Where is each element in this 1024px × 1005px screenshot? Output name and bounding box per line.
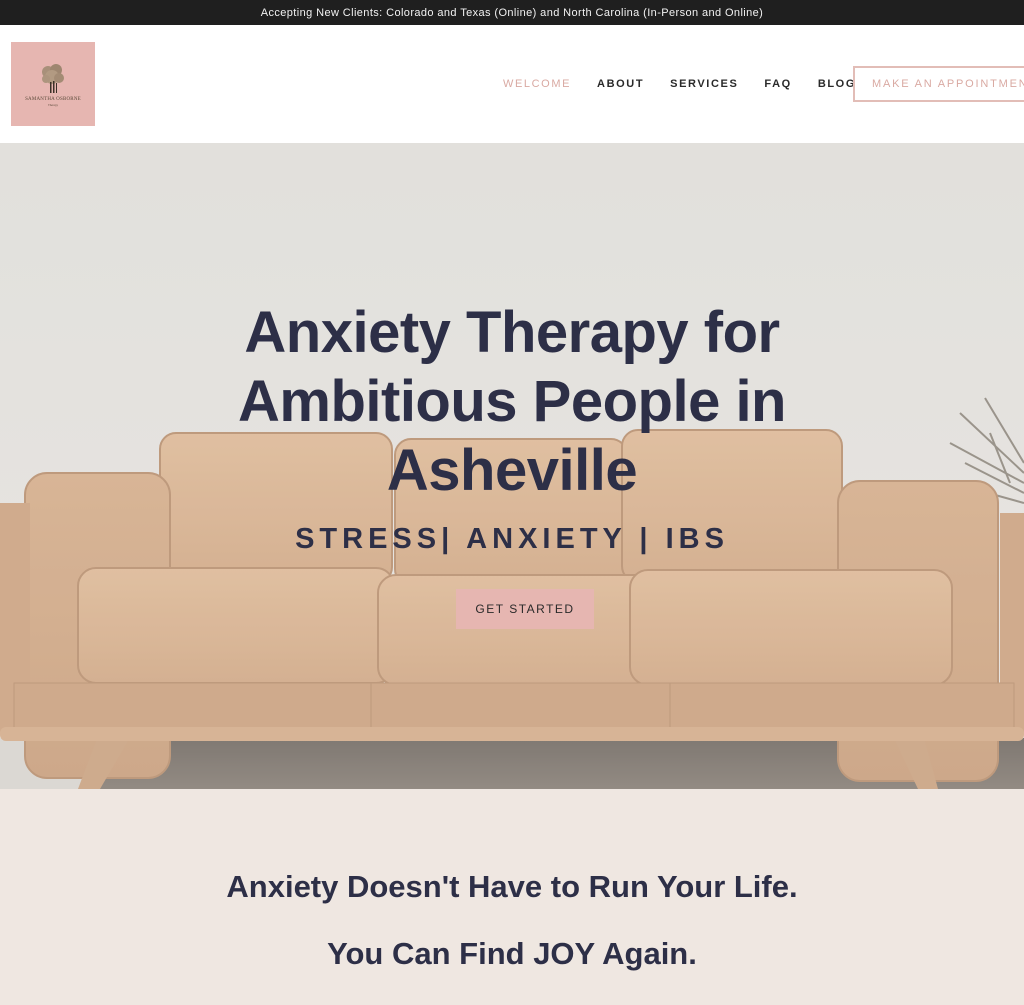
announcement-text: Accepting New Clients: Colorado and Texa…: [260, 6, 764, 19]
site-logo[interactable]: SAMANTHA OSBORNE Therapy: [11, 42, 95, 126]
site-header: SAMANTHA OSBORNE Therapy WELCOME ABOUT S…: [0, 25, 1024, 143]
announcement-bar: Accepting New Clients: Colorado and Texa…: [0, 0, 1024, 25]
nav-item-services[interactable]: SERVICES: [670, 78, 738, 90]
logo-name: SAMANTHA OSBORNE: [25, 96, 81, 102]
hero-title-line-2: Ambitious People in: [238, 369, 787, 434]
intro-heading-1: Anxiety Doesn't Have to Run Your Life.: [226, 869, 798, 904]
hero-section: Anxiety Therapy for Ambitious People in …: [0, 143, 1024, 789]
logo-subtitle: Therapy: [48, 102, 58, 107]
hero-title-line-3: Asheville: [386, 438, 638, 503]
hero-title: Anxiety Therapy for Ambitious People in …: [0, 298, 1024, 505]
intro-section: Anxiety Doesn't Have to Run Your Life. Y…: [0, 789, 1024, 1005]
tree-icon: [42, 63, 64, 93]
nav-item-about[interactable]: ABOUT: [597, 78, 644, 90]
get-started-button[interactable]: GET STARTED: [456, 589, 594, 629]
hero-title-line-1: Anxiety Therapy for: [244, 300, 780, 365]
nav-item-faq[interactable]: FAQ: [764, 78, 791, 90]
main-nav: WELCOME ABOUT SERVICES FAQ BLOG MAKE AN …: [500, 25, 1024, 143]
nav-item-welcome[interactable]: WELCOME: [503, 78, 571, 90]
make-appointment-button[interactable]: MAKE AN APPOINTMENT: [853, 66, 1024, 102]
hero-subtitle: STRESS| ANXIETY | IBS: [295, 523, 729, 555]
intro-heading-2: You Can Find JOY Again.: [327, 936, 697, 971]
nav-item-blog[interactable]: BLOG: [818, 78, 856, 90]
